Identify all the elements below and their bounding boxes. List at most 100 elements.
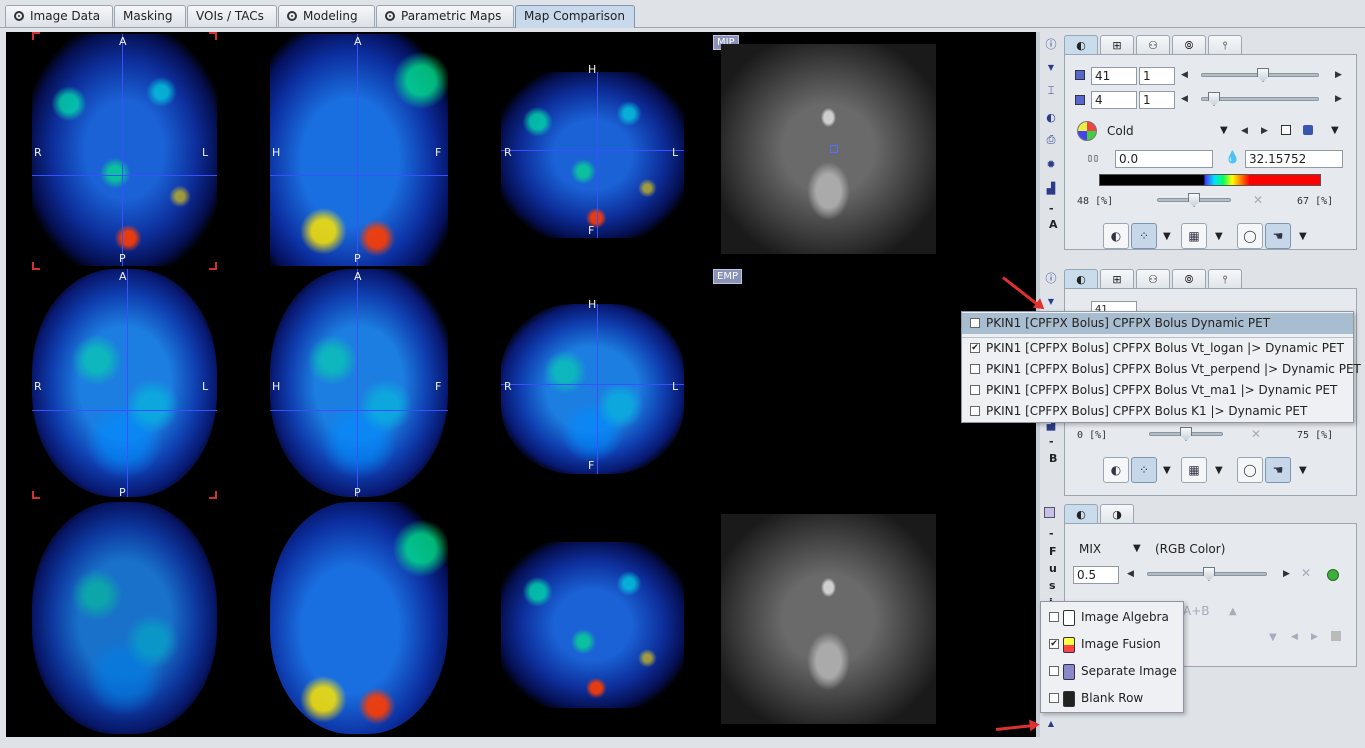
transaxial-view-row3[interactable] xyxy=(32,502,217,734)
tab-layout[interactable]: ⊞ xyxy=(1100,35,1134,55)
colortable-dropdown-icon[interactable]: ▼ xyxy=(1220,125,1228,136)
mip-view-row3[interactable] xyxy=(721,514,936,724)
reset-icon[interactable]: ✕ xyxy=(1301,566,1311,580)
dropdown-arrow-icon[interactable]: ▼ xyxy=(1044,61,1058,75)
tab-fusion-settings[interactable]: ◑ xyxy=(1100,504,1134,524)
tab-probe[interactable]: ⫯ xyxy=(1208,269,1242,289)
info-icon[interactable]: ⓘ xyxy=(1044,38,1058,52)
half-circle-button[interactable]: ◐ xyxy=(1103,223,1129,249)
chart-icon[interactable]: ▟ xyxy=(1044,182,1058,196)
fusion-mode-dropdown-icon[interactable]: ▼ xyxy=(1133,543,1141,554)
color-bar[interactable] xyxy=(1099,174,1321,186)
invert-icon[interactable] xyxy=(1281,125,1291,135)
next-arrow-icon[interactable]: ▶ xyxy=(1335,70,1342,80)
max-value-input[interactable]: 32.15752 xyxy=(1245,150,1343,168)
tab-probe[interactable]: ⫯ xyxy=(1208,35,1242,55)
hand-dropdown-icon[interactable]: ▼ xyxy=(1299,465,1307,476)
fusion-ratio-slider[interactable] xyxy=(1147,567,1267,581)
tab-person[interactable]: ⚇ xyxy=(1136,269,1170,289)
colortable-label[interactable]: Cold xyxy=(1107,124,1134,138)
series-menu-item[interactable]: ✔ PKIN1 [CPFPX Bolus] CPFPX Bolus Vt_loga… xyxy=(962,338,1353,359)
sagittal-view-row1[interactable] xyxy=(270,34,448,266)
fusion-ratio-input[interactable]: 0.5 xyxy=(1073,566,1119,584)
slider-knob[interactable] xyxy=(1188,193,1200,207)
checkbox-icon[interactable]: ✔ xyxy=(970,343,980,353)
tab-signal[interactable]: ⦾ xyxy=(1172,269,1206,289)
sagittal-view-row2[interactable] xyxy=(270,269,448,497)
coronal-view-row3[interactable] xyxy=(501,542,684,708)
next-arrow-icon[interactable]: ▶ xyxy=(1283,569,1290,579)
coronal-view-row2[interactable] xyxy=(501,304,684,474)
coronal-view-row1[interactable] xyxy=(501,72,684,238)
checkbox-icon[interactable] xyxy=(970,364,980,374)
checkbox-icon[interactable] xyxy=(970,406,980,416)
dots-dropdown-icon[interactable]: ▼ xyxy=(1163,465,1171,476)
dots-button[interactable]: ⁘ xyxy=(1131,457,1157,483)
grid-dropdown-icon[interactable]: ▼ xyxy=(1215,231,1223,242)
prev-arrow-icon[interactable]: ◀ xyxy=(1181,70,1188,80)
slider-knob[interactable] xyxy=(1257,68,1269,82)
transaxial-view-row2[interactable] xyxy=(32,269,217,497)
threshold-slider[interactable] xyxy=(1157,193,1231,207)
prev-arrow-icon[interactable]: ◀ xyxy=(1127,569,1134,579)
gear-icon[interactable]: ✹ xyxy=(1044,158,1058,172)
up-arrow-icon[interactable]: ▲ xyxy=(1044,717,1058,731)
row-menu-item-blank[interactable]: Blank Row xyxy=(1041,688,1183,709)
slider-knob[interactable] xyxy=(1208,92,1220,106)
palette-icon[interactable] xyxy=(1077,121,1097,141)
hand-dropdown-icon[interactable]: ▼ xyxy=(1299,231,1307,242)
grid-button[interactable]: ▦ xyxy=(1181,223,1207,249)
ab-up-icon[interactable]: ▲ xyxy=(1229,606,1237,617)
series-menu-item[interactable]: PKIN1 [CPFPX Bolus] CPFPX Bolus Vt_ma1 |… xyxy=(962,380,1353,401)
grid-button[interactable]: ▦ xyxy=(1181,457,1207,483)
sagittal-view-row3[interactable] xyxy=(270,502,448,734)
prev-arrow-icon[interactable]: ◀ xyxy=(1181,94,1188,104)
transaxial-view-row1[interactable] xyxy=(32,34,217,266)
hand-button[interactable]: ☚ xyxy=(1265,457,1291,483)
series-menu-item[interactable]: PKIN1 [CPFPX Bolus] CPFPX Bolus Dynamic … xyxy=(962,313,1353,334)
circle-button[interactable]: ◯ xyxy=(1237,223,1263,249)
row-menu-item-algebra[interactable]: Image Algebra xyxy=(1041,607,1183,628)
more-dropdown-icon[interactable]: ▼ xyxy=(1331,125,1339,136)
checkbox-icon[interactable] xyxy=(970,318,980,328)
fusion-mode-label[interactable]: MIX xyxy=(1079,542,1101,556)
checkbox-icon[interactable] xyxy=(970,385,980,395)
tab-fusion-color[interactable]: ◐ xyxy=(1064,504,1098,524)
row-menu-item-separate[interactable]: Separate Image xyxy=(1041,661,1183,682)
half-circle-button[interactable]: ◐ xyxy=(1103,457,1129,483)
reset-icon[interactable]: ✕ xyxy=(1251,427,1261,441)
frame-input[interactable]: 4 xyxy=(1091,91,1137,109)
tab-vois-tacs[interactable]: VOIs / TACs xyxy=(187,5,277,27)
circle-button[interactable]: ◯ xyxy=(1237,457,1263,483)
tab-masking[interactable]: Masking xyxy=(114,5,186,27)
frame-slider[interactable] xyxy=(1201,92,1319,106)
threshold-slider[interactable] xyxy=(1149,427,1223,441)
tab-layout[interactable]: ⊞ xyxy=(1100,269,1134,289)
checkbox-icon[interactable] xyxy=(1049,612,1059,622)
checkbox-icon[interactable] xyxy=(1049,666,1059,676)
tab-modeling[interactable]: Modeling xyxy=(278,5,375,27)
plane-slider[interactable] xyxy=(1201,68,1319,82)
drop-icon[interactable]: 💧 xyxy=(1225,150,1240,164)
min-value-input[interactable]: 0.0 xyxy=(1115,150,1213,168)
hand-button[interactable]: ☚ xyxy=(1265,223,1291,249)
frame-step-input[interactable]: 1 xyxy=(1139,91,1175,109)
fusion-color-icon[interactable] xyxy=(1044,507,1055,518)
contrast-icon[interactable]: ◐ xyxy=(1044,111,1058,125)
row-menu-item-fusion[interactable]: ✔ Image Fusion xyxy=(1041,634,1183,655)
layout-icon[interactable]: ⌶ xyxy=(1044,84,1058,98)
plane-step-input[interactable]: 1 xyxy=(1139,67,1175,85)
image-viewport[interactable]: A P R L A P H F H F R L MIP A P R L A P … xyxy=(6,32,1036,737)
tab-parametric-maps[interactable]: Parametric Maps xyxy=(376,5,514,27)
tab-map-comparison[interactable]: Map Comparison xyxy=(515,5,635,28)
plane-input[interactable]: 41 xyxy=(1091,67,1137,85)
dots-dropdown-icon[interactable]: ▼ xyxy=(1163,231,1171,242)
slider-knob[interactable] xyxy=(1203,567,1215,581)
tab-signal[interactable]: ⦾ xyxy=(1172,35,1206,55)
reset-icon[interactable]: ✕ xyxy=(1253,193,1263,207)
prev-arrow-icon[interactable]: ◀ xyxy=(1241,126,1248,136)
series-menu-item[interactable]: PKIN1 [CPFPX Bolus] CPFPX Bolus K1 |> Dy… xyxy=(962,401,1353,422)
checkbox-icon[interactable]: ✔ xyxy=(1049,639,1059,649)
tab-color[interactable]: ◐ xyxy=(1064,35,1098,55)
next-arrow-icon[interactable]: ▶ xyxy=(1335,94,1342,104)
